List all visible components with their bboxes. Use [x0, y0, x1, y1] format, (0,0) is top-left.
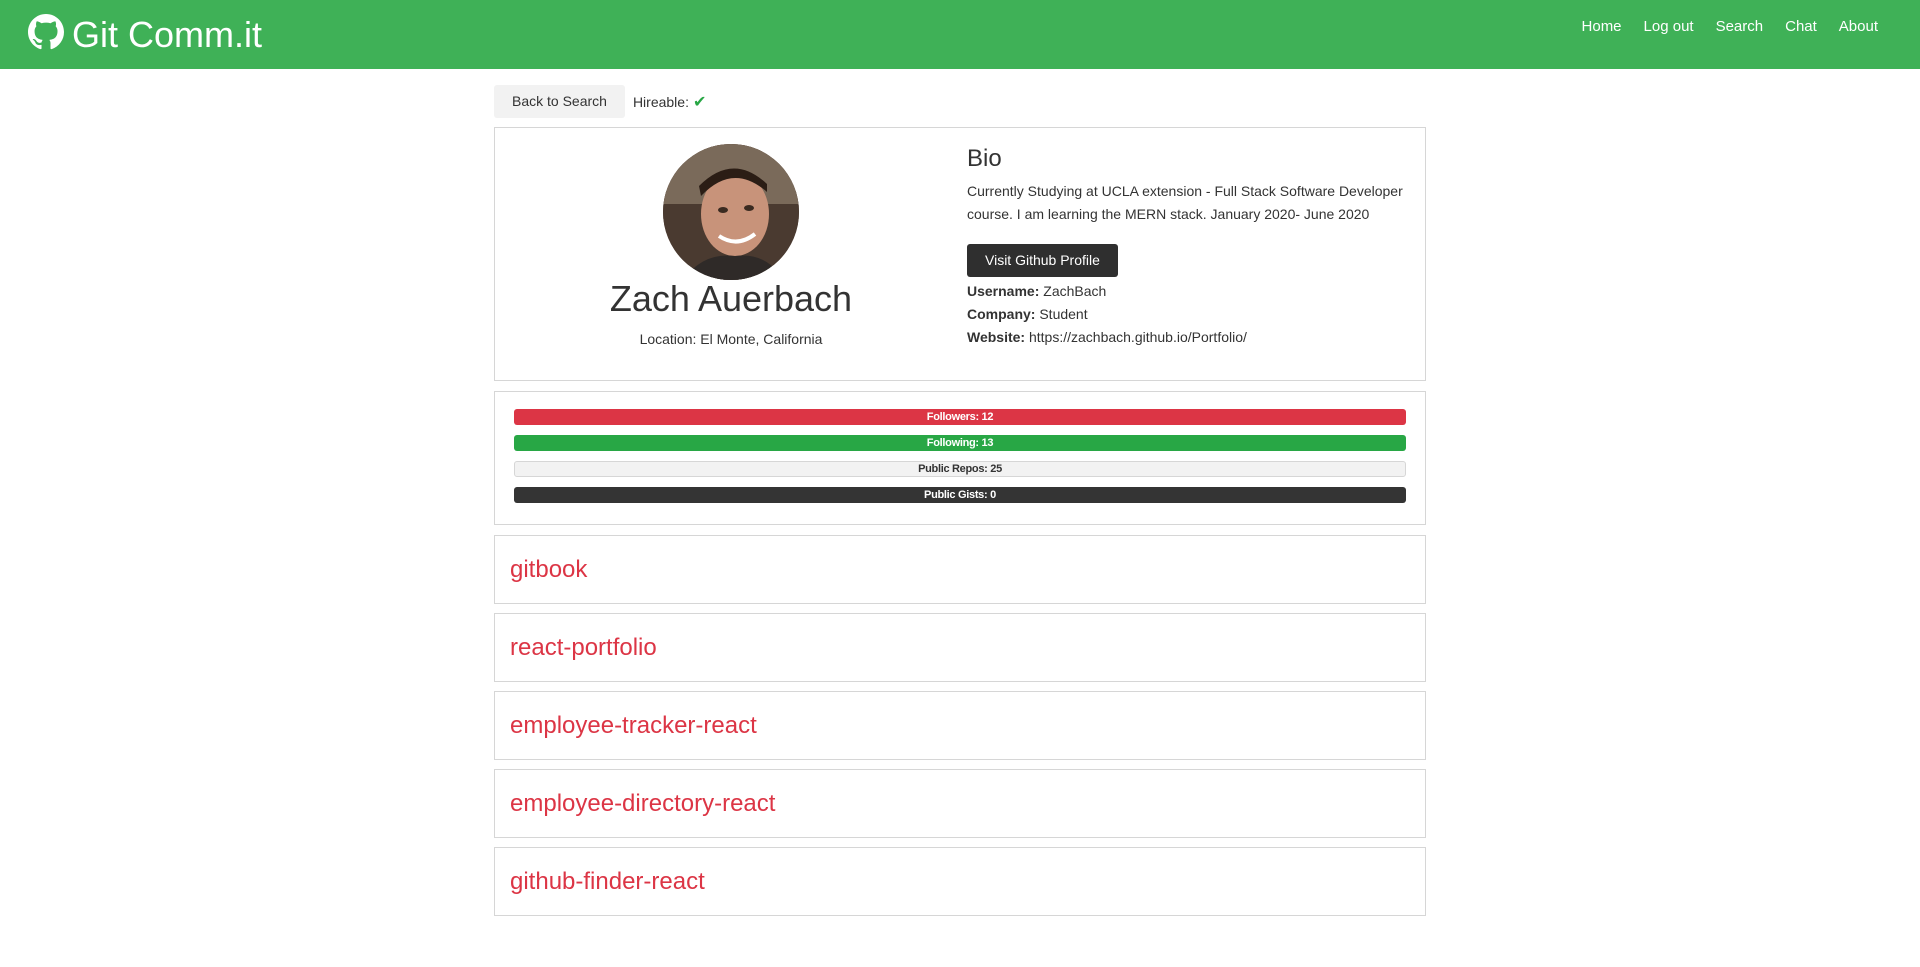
bio-text: Currently Studying at UCLA extension - F… — [967, 183, 1403, 222]
repo-link[interactable]: github-finder-react — [510, 868, 705, 896]
repo-link[interactable]: employee-tracker-react — [510, 712, 757, 740]
repo-card: react-portfolio — [494, 613, 1426, 682]
website-label: Website: — [967, 329, 1026, 345]
hireable-label: Hireable: — [632, 93, 689, 110]
public-repos-badge: Public Repos: 25 — [514, 461, 1406, 477]
nav-chat-link[interactable]: Chat — [1785, 18, 1817, 35]
repo-link[interactable]: react-portfolio — [510, 634, 657, 662]
stats-card: Followers: 12 Following: 13 Public Repos… — [494, 391, 1426, 525]
username-label: Username: — [967, 283, 1040, 299]
public-gists-badge: Public Gists: 0 — [514, 487, 1406, 503]
repo-card: employee-tracker-react — [494, 691, 1426, 760]
user-name: Zach Auerbach — [609, 278, 853, 319]
company-row: Company: Student — [967, 306, 1088, 322]
navbar: Git Comm.it Home Log out Search Chat Abo… — [0, 0, 1920, 69]
repo-card: gitbook — [494, 535, 1426, 604]
following-badge: Following: 13 — [514, 435, 1406, 451]
avatar — [663, 144, 799, 280]
nav-logout-link[interactable]: Log out — [1644, 18, 1694, 35]
nav-about-link[interactable]: About — [1839, 18, 1878, 35]
username-value: ZachBach — [1043, 283, 1107, 299]
nav-links: Home Log out Search Chat About — [1582, 18, 1878, 35]
username-row: Username: ZachBach — [967, 283, 1106, 299]
brand-link[interactable]: Git Comm.it — [28, 14, 262, 56]
back-to-search-button[interactable]: Back to Search — [494, 85, 625, 118]
company-value: Student — [1039, 306, 1088, 322]
followers-badge: Followers: 12 — [514, 409, 1406, 425]
website-value: https://zachbach.github.io/Portfolio/ — [1028, 329, 1247, 345]
company-label: Company: — [967, 306, 1036, 322]
github-logo-icon — [28, 14, 64, 55]
topbar: Back to Search Hireable: ✔ — [494, 85, 706, 118]
nav-home-link[interactable]: Home — [1582, 18, 1622, 35]
website-row: Website: https://zachbach.github.io/Port… — [967, 329, 1247, 345]
hireable-status: Hireable: ✔ — [633, 92, 706, 112]
visit-github-profile-button[interactable]: Visit Github Profile — [967, 244, 1118, 277]
user-location: Location: El Monte, California — [639, 331, 823, 347]
checkmark-icon: ✔ — [692, 93, 707, 111]
nav-search-link[interactable]: Search — [1716, 18, 1764, 35]
bio-heading: Bio — [967, 145, 1002, 172]
repo-link[interactable]: gitbook — [510, 556, 587, 584]
repo-card: employee-directory-react — [494, 769, 1426, 838]
repo-link[interactable]: employee-directory-react — [510, 790, 775, 818]
brand-name: Git Comm.it — [72, 13, 263, 55]
repo-card: github-finder-react — [494, 847, 1426, 916]
profile-card: Zach Auerbach Location: El Monte, Califo… — [494, 127, 1426, 381]
